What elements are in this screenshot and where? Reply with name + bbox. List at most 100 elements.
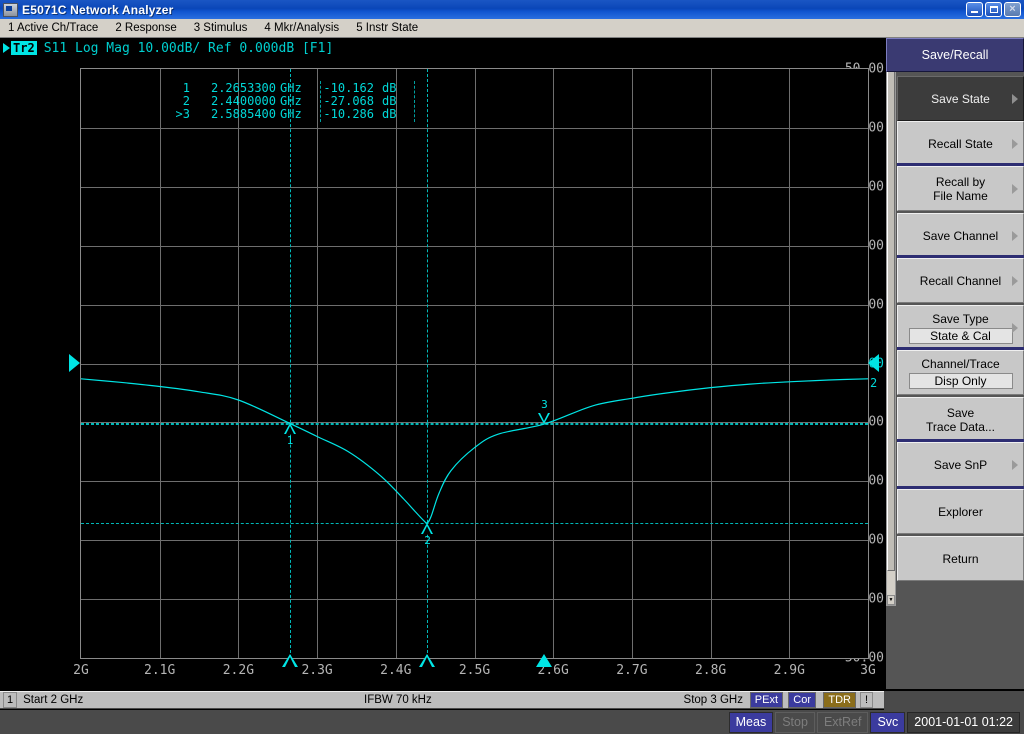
- chevron-right-icon: [1012, 93, 1018, 104]
- chevron-right-icon: [1012, 183, 1018, 194]
- minimize-button[interactable]: [966, 2, 983, 17]
- window-title: E5071C Network Analyzer: [22, 2, 174, 17]
- softkey-menu: ▲ ▼ Save/Recall Save State Recall State Re…: [886, 38, 1024, 689]
- x-axis-tick-label: 2G: [73, 663, 89, 678]
- menu-item-mkr-analysis[interactable]: 4 Mkr/Analysis: [256, 20, 348, 36]
- marker-readout-table: 1 2.2653300 GHz -10.162 dB 2 2.4400000 G…: [162, 81, 415, 122]
- system-status-bar: Meas Stop ExtRef Svc 2001-01-01 01:22: [0, 710, 1024, 734]
- softkey-save-channel[interactable]: Save Channel: [897, 213, 1024, 258]
- system-clock: 2001-01-01 01:22: [907, 711, 1020, 733]
- status-start-frequency[interactable]: Start 2 GHz: [23, 694, 83, 706]
- maximize-restore-button[interactable]: [985, 2, 1002, 17]
- trace-header[interactable]: Tr2 S11 Log Mag 10.00dB/ Ref 0.000dB [F1…: [0, 39, 884, 57]
- trace-line: [81, 378, 868, 524]
- plot-area[interactable]: 1 2 3 1 2.2653300 GHz -10.162 dB 2 2.44000…: [80, 68, 869, 659]
- status-stop-frequency[interactable]: Stop 3 GHz: [684, 694, 743, 706]
- status-stop-indicator[interactable]: Stop: [775, 711, 815, 733]
- softkey-return[interactable]: Return: [897, 536, 1024, 581]
- softkey-label: Save Channel: [922, 228, 999, 243]
- active-trace-arrow-icon: [3, 43, 10, 53]
- scrollbar-thumb[interactable]: [887, 61, 895, 571]
- close-button[interactable]: ×: [1004, 2, 1021, 17]
- softkey-save-state[interactable]: Save State: [897, 76, 1024, 121]
- marker-row-3-unit: dB: [382, 107, 397, 121]
- x-axis-tick-label: 2.3G: [301, 663, 333, 678]
- x-axis-tick-label: 2.8G: [694, 663, 727, 678]
- softkey-recall-state[interactable]: Recall State: [897, 121, 1024, 166]
- x-axis-tick-label: 2.4G: [380, 663, 412, 678]
- softkey-recall-by-file-name[interactable]: Recall by File Name: [897, 166, 1024, 211]
- softkey-channel-trace[interactable]: Channel/Trace Disp Only: [897, 350, 1024, 395]
- softkey-save-snp[interactable]: Save SnP: [897, 442, 1024, 487]
- status-meas-indicator[interactable]: Meas: [728, 711, 774, 733]
- chevron-right-icon: [1012, 230, 1018, 241]
- trace-marker-label: 3: [541, 398, 548, 412]
- title-bar: E5071C Network Analyzer ×: [0, 0, 1024, 19]
- trace-marker-triangle-icon[interactable]: [421, 522, 434, 534]
- application-window: E5071C Network Analyzer × 1 Active Ch/Tr…: [0, 0, 1024, 734]
- softkey-label: Recall State: [928, 136, 993, 151]
- marker-row-3-id: >3: [175, 107, 190, 121]
- x-axis-tick-label: 2.7G: [616, 663, 648, 678]
- trace-badge[interactable]: Tr2: [11, 41, 37, 55]
- analyzer-icon: [3, 2, 18, 17]
- marker-row-3: >3 2.5885400 GHz -10.286 dB: [162, 107, 397, 121]
- trace-marker-triangle-icon[interactable]: [283, 423, 296, 435]
- status-channel-number: 1: [3, 692, 18, 708]
- trace-format-text: S11 Log Mag 10.00dB/ Ref 0.000dB [F1]: [43, 40, 334, 56]
- softkey-label: Explorer: [938, 504, 983, 519]
- status-tag-pext[interactable]: PExt: [749, 692, 783, 708]
- menu-item-active-ch-trace[interactable]: 1 Active Ch/Trace: [0, 20, 107, 36]
- softkey-label: Recall by File Name: [933, 174, 988, 203]
- status-extref-indicator[interactable]: ExtRef: [816, 711, 869, 733]
- menu-item-response[interactable]: 2 Response: [107, 20, 185, 36]
- softkey-value[interactable]: State & Cal: [908, 327, 1013, 344]
- reference-level-arrow-left-icon: [69, 353, 80, 372]
- status-ifbw[interactable]: IFBW 70 kHz: [364, 694, 432, 706]
- window-controls: ×: [966, 2, 1021, 17]
- softkey-value[interactable]: Disp Only: [908, 372, 1013, 389]
- softkey-label: Save SnP: [933, 457, 988, 472]
- x-axis-marker-icon[interactable]: [419, 654, 436, 667]
- menu-item-instr-state[interactable]: 5 Instr State: [348, 20, 427, 36]
- status-bar-filler: [884, 691, 1024, 710]
- x-axis-tick-label: 2.2G: [222, 663, 255, 678]
- softkey-label: Save Type: [932, 311, 989, 326]
- x-axis-marker-active-icon[interactable]: [536, 654, 553, 667]
- softkey-explorer[interactable]: Explorer: [897, 489, 1024, 534]
- softkey-save-trace-data[interactable]: Save Trace Data...: [897, 397, 1024, 442]
- softkey-save-type[interactable]: Save Type State & Cal: [897, 305, 1024, 350]
- status-bar: 1 Start 2 GHz IFBW 70 kHz Stop 3 GHz PEx…: [0, 691, 884, 709]
- marker-row-3-freq-unit: GHz: [280, 107, 302, 121]
- status-svc-indicator[interactable]: Svc: [870, 711, 906, 733]
- close-icon: ×: [1009, 3, 1016, 15]
- trace-marker-label: 2: [424, 533, 431, 547]
- softkey-scrollbar[interactable]: ▲ ▼: [886, 38, 896, 606]
- x-axis-tick-label: 2.1G: [144, 663, 176, 678]
- softkey-label: Channel/Trace: [921, 356, 1000, 371]
- marker-row-3-value: -10.286: [323, 107, 374, 121]
- chevron-right-icon: [1012, 459, 1018, 470]
- x-axis-marker-icon[interactable]: [281, 654, 298, 667]
- softkey-label: Save State: [931, 91, 990, 106]
- chevron-right-icon: [1012, 275, 1018, 286]
- softkey-label: Save Trace Data...: [926, 405, 995, 434]
- softkey-label: Recall Channel: [919, 273, 1002, 288]
- right-edge-trace-number: 2: [870, 375, 878, 390]
- reference-level-arrow-right-icon: [868, 353, 879, 372]
- x-axis-tick-label: 2.5G: [458, 663, 491, 678]
- chart-panel: 50.0040.0030.0020.0010.000.000-10.00-20.…: [0, 57, 884, 689]
- softkey-label: Return: [942, 551, 979, 566]
- chevron-right-icon: [1012, 138, 1018, 149]
- menu-bar: 1 Active Ch/Trace 2 Response 3 Stimulus …: [0, 19, 1024, 38]
- status-tag-cor[interactable]: Cor: [788, 692, 816, 708]
- status-tag-warning[interactable]: !: [859, 692, 873, 708]
- trace-curve: [81, 378, 868, 524]
- menu-item-stimulus[interactable]: 3 Stimulus: [186, 20, 257, 36]
- softkey-menu-title: Save/Recall: [886, 38, 1024, 72]
- trace-marker-triangle-icon[interactable]: [538, 413, 551, 425]
- status-tag-tdr[interactable]: TDR: [823, 692, 856, 708]
- scroll-down-arrow-icon[interactable]: ▼: [887, 595, 895, 605]
- x-axis-tick-label: 3G: [860, 663, 876, 678]
- softkey-recall-channel[interactable]: Recall Channel: [897, 258, 1024, 303]
